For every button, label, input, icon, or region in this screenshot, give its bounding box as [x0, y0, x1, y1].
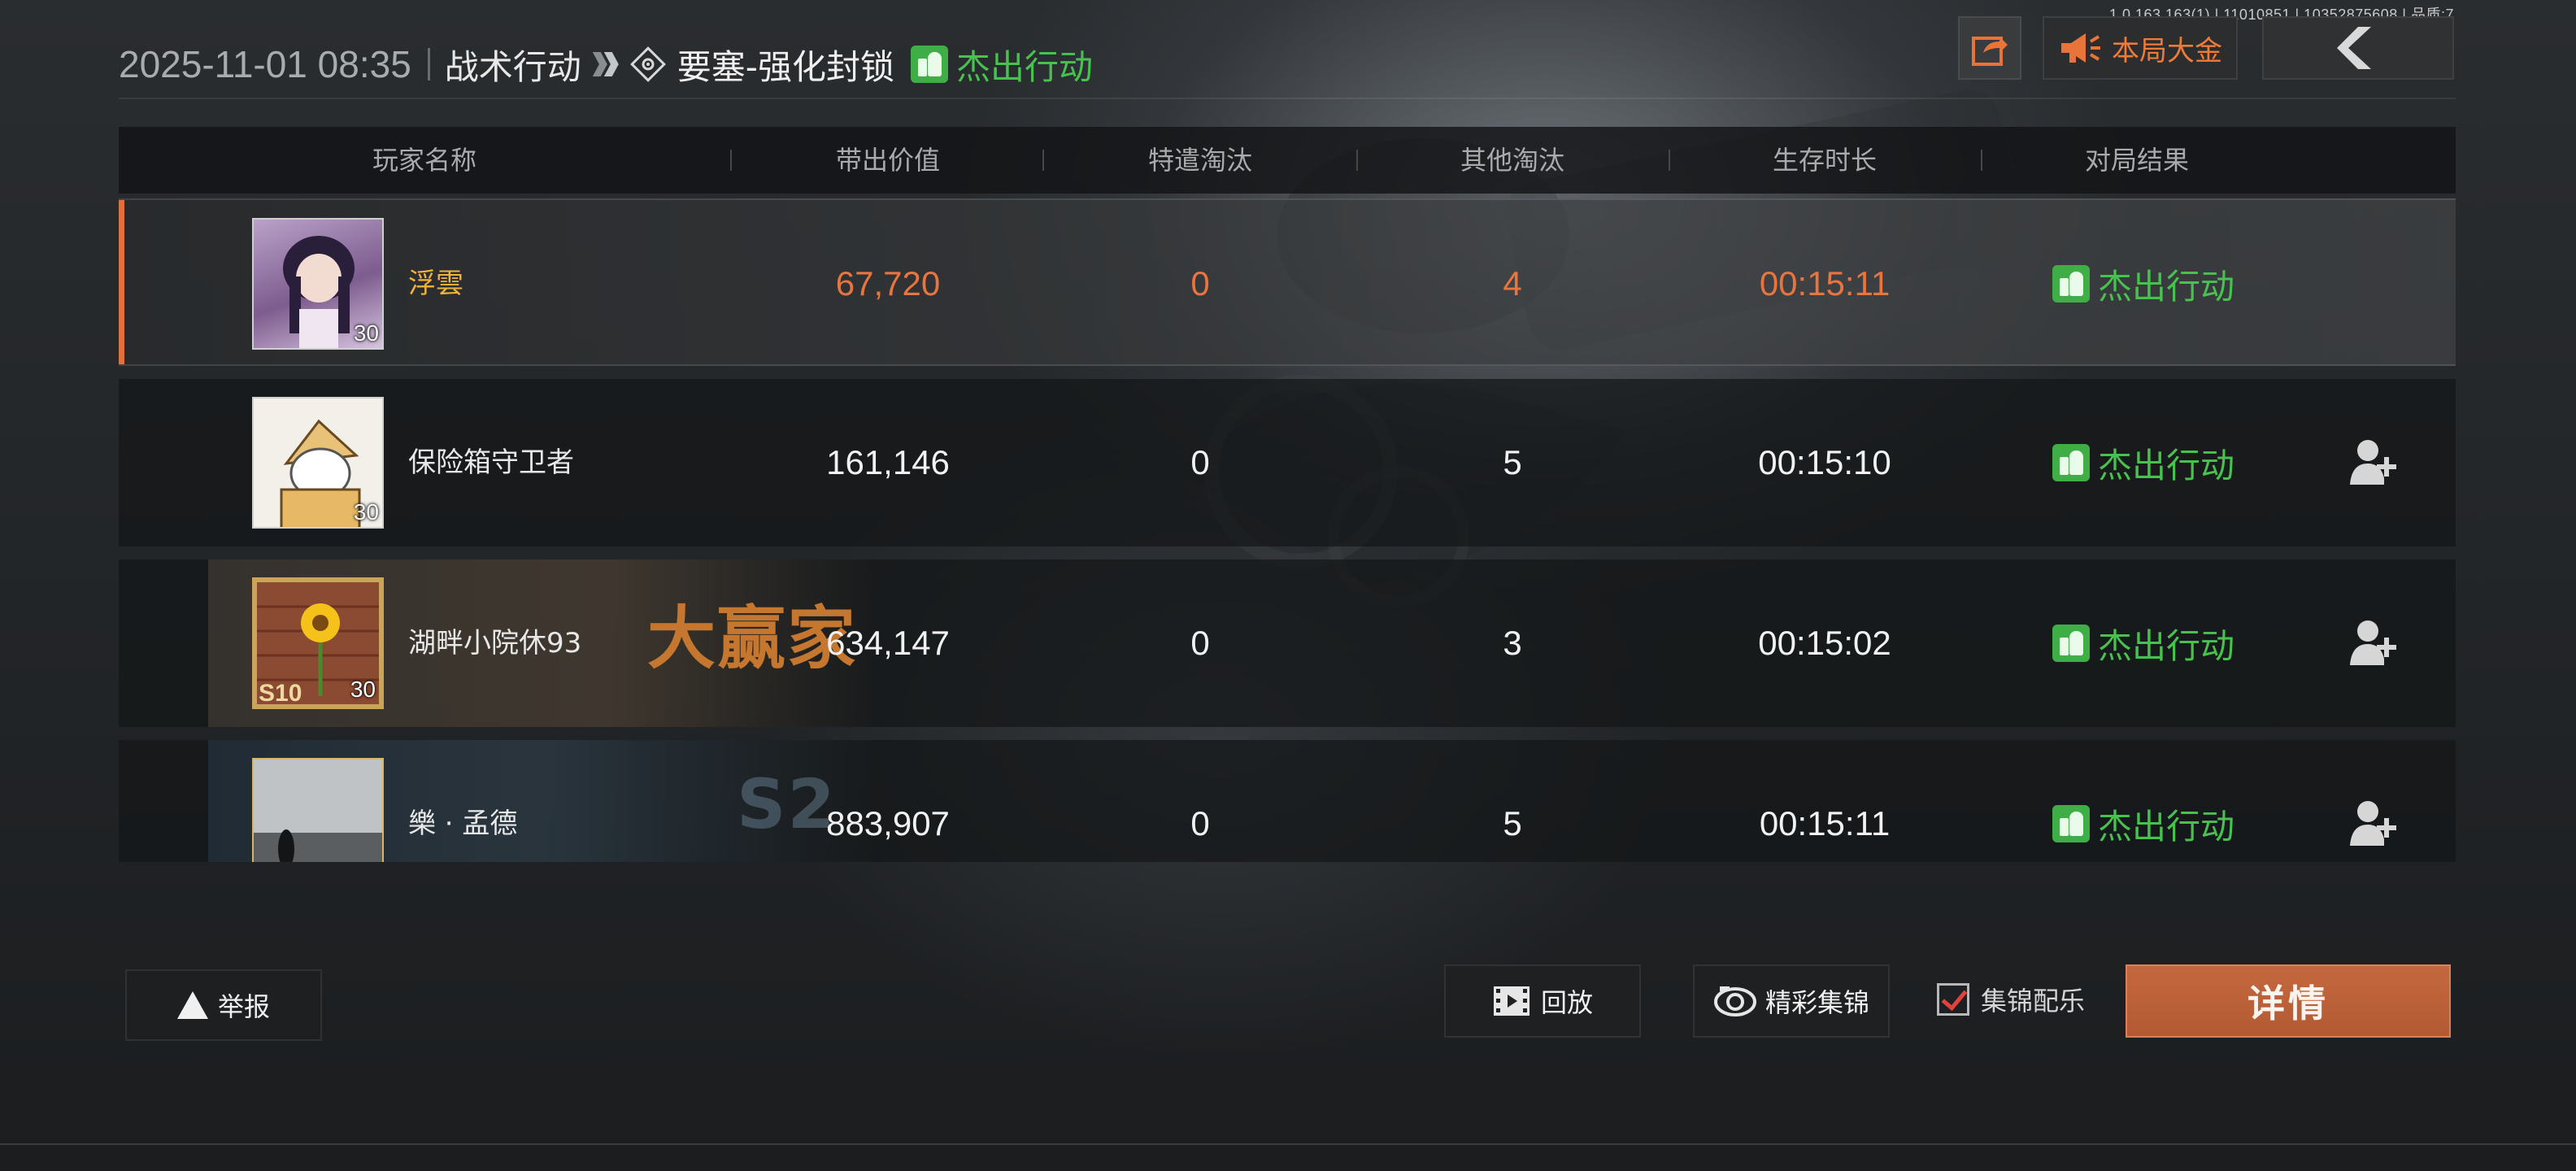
player-name: 保险箱守卫者: [408, 446, 574, 479]
player-level: 30: [350, 677, 376, 702]
match-result-label: 杰出行动: [955, 46, 1093, 87]
add-friend-icon[interactable]: [2348, 618, 2400, 667]
report-button[interactable]: 举报: [125, 969, 322, 1041]
avatar[interactable]: 30: [252, 758, 384, 862]
survival-time: 00:15:11: [1759, 264, 1891, 303]
player-name: 樂 · 孟德: [408, 808, 518, 840]
table-header: 玩家名称 带出价值 特遣淘汰 其他淘汰 生存时长 对局结果: [119, 127, 2456, 194]
survival-time: 00:15:10: [1758, 443, 1891, 481]
thumbs-up-icon: [910, 46, 948, 83]
column-header-special-kills: 特遣淘汰: [1147, 145, 1253, 176]
header-underline: [119, 98, 2456, 99]
table-row[interactable]: 大赢家 S10 30 湖畔小院休93 634,147 0 3 00:15:02 …: [119, 559, 2456, 727]
player-result: 杰出行动: [2052, 200, 2234, 368]
avatar[interactable]: 30: [252, 397, 384, 529]
add-friend-icon[interactable]: [2348, 799, 2400, 847]
special-kills: 0: [1190, 264, 1210, 303]
back-chevron-icon: [2337, 27, 2371, 69]
player-name: 浮雲: [408, 268, 463, 300]
column-divider: [1356, 150, 1358, 171]
avatar-portrait: [254, 760, 382, 862]
season-badge: S10: [259, 680, 302, 704]
match-datetime: 2025-11-01 08:35: [119, 43, 411, 85]
column-header-value: 带出价值: [835, 145, 941, 176]
other-kills: 4: [1503, 264, 1522, 303]
thumbs-up-icon: [2052, 625, 2090, 662]
special-kills: 0: [1190, 804, 1210, 842]
details-button[interactable]: 详情: [2126, 964, 2451, 1038]
special-kills: 0: [1190, 443, 1210, 481]
scoreboard-table: 玩家名称 带出价值 特遣淘汰 其他淘汰 生存时长 对局结果 30 浮雲 67,7…: [119, 127, 2456, 862]
share-button[interactable]: [1958, 16, 2021, 80]
table-row[interactable]: 30 浮雲 67,720 0 4 00:15:11 杰出行动: [119, 198, 2456, 366]
back-button[interactable]: [2262, 16, 2454, 80]
self-row-indicator: [119, 200, 124, 364]
player-result: 杰出行动: [2052, 379, 2234, 546]
thumbs-up-icon: [2052, 805, 2090, 842]
replay-label: 回放: [1540, 987, 1593, 1018]
banner-text: S2: [737, 764, 837, 844]
column-divider: [730, 150, 732, 171]
column-header-other-kills: 其他淘汰: [1460, 145, 1565, 176]
column-divider: [1669, 150, 1670, 171]
warning-icon: [176, 991, 208, 1019]
carry-out-value: 634,147: [826, 624, 950, 662]
player-result-label: 杰出行动: [2097, 806, 2235, 847]
player-result-label: 杰出行动: [2097, 625, 2235, 666]
carry-out-value: 67,720: [835, 264, 941, 303]
film-icon: [1493, 986, 1530, 1016]
add-friend-icon[interactable]: [2348, 437, 2400, 486]
match-gold-label: 本局大金: [2112, 34, 2222, 67]
share-icon: [1972, 37, 2008, 66]
player-result-label: 杰出行动: [2097, 266, 2235, 307]
carry-out-value: 883,907: [826, 804, 950, 842]
details-label: 详情: [2247, 982, 2329, 1025]
avatar[interactable]: 30: [252, 218, 384, 350]
survival-time: 00:15:11: [1759, 804, 1891, 842]
column-header-survival: 生存时长: [1772, 145, 1878, 176]
column-divider: [1981, 150, 1982, 171]
match-mode: 战术行动: [444, 46, 581, 87]
avatar[interactable]: S10 30: [252, 577, 384, 709]
music-checkbox[interactable]: [1937, 983, 1969, 1016]
highlights-label: 精彩集锦: [1764, 987, 1869, 1018]
other-kills: 3: [1503, 624, 1522, 662]
camera-icon: [1713, 986, 1756, 1016]
highlights-button[interactable]: 精彩集锦: [1693, 964, 1890, 1038]
replay-button[interactable]: 回放: [1444, 964, 1641, 1038]
match-map: 要塞-强化封锁: [677, 46, 894, 87]
map-pin-icon: [629, 46, 666, 82]
table-row[interactable]: S2 30 樂 · 孟德 883,907 0 5 00:15:11 杰出行动: [119, 740, 2456, 862]
player-name: 湖畔小院休93: [408, 627, 582, 660]
match-gold-button[interactable]: 本局大金: [2043, 16, 2238, 80]
player-level: 30: [354, 860, 379, 862]
carry-out-value: 161,146: [826, 443, 950, 481]
column-header-result: 对局结果: [2084, 145, 2190, 176]
table-row[interactable]: 30 保险箱守卫者 161,146 0 5 00:15:10 杰出行动: [119, 379, 2456, 546]
other-kills: 5: [1503, 443, 1522, 481]
special-kills: 0: [1190, 624, 1210, 662]
header-separator: [427, 48, 430, 81]
thumbs-up-icon: [2052, 444, 2090, 481]
footer-divider: [0, 1143, 2576, 1145]
column-header-player: 玩家名称: [372, 145, 477, 176]
player-result: 杰出行动: [2052, 740, 2234, 862]
music-label: 集锦配乐: [1981, 986, 2086, 1016]
column-divider: [1042, 150, 1044, 171]
match-result-badge: 杰出行动: [910, 40, 1093, 89]
player-level: 30: [353, 320, 379, 346]
megaphone-icon: [2061, 33, 2100, 63]
player-level: 30: [353, 499, 379, 525]
other-kills: 5: [1503, 804, 1522, 842]
double-chevron-icon: [592, 52, 619, 76]
survival-time: 00:15:02: [1758, 624, 1891, 662]
thumbs-up-icon: [2052, 265, 2090, 303]
player-result-label: 杰出行动: [2097, 445, 2235, 485]
match-header: 2025-11-01 08:35 战术行动 要塞-强化封锁 杰出行动: [119, 36, 1093, 93]
player-result: 杰出行动: [2052, 559, 2234, 727]
report-label: 举报: [217, 991, 270, 1022]
highlight-music-toggle[interactable]: 集锦配乐: [1937, 981, 2085, 1018]
